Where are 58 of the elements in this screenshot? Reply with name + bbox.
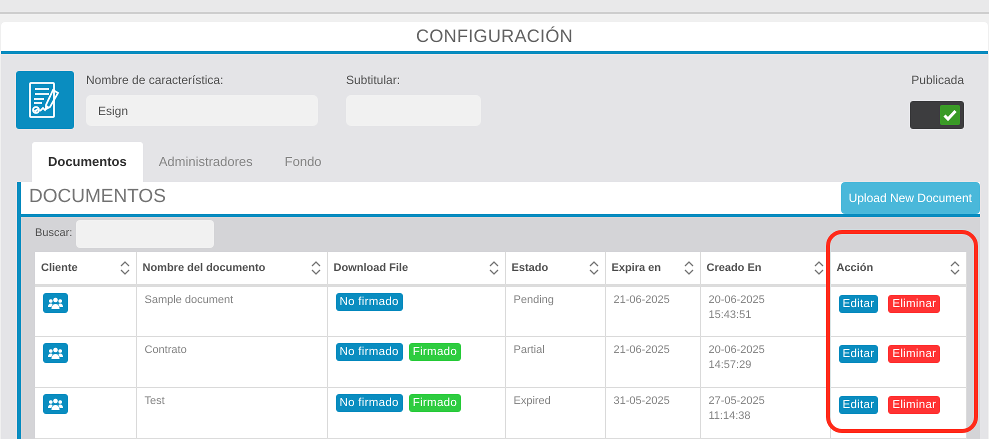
edit-button[interactable]: Editar — [838, 295, 878, 314]
table-cell: Pending — [505, 286, 605, 336]
table-cell: 21-06-2025 — [605, 336, 700, 388]
column-header[interactable]: Download File — [334, 260, 408, 276]
people-icon — [48, 347, 63, 359]
published-toggle[interactable] — [910, 101, 964, 129]
column-header[interactable]: Nombre del documento — [142, 260, 266, 276]
sort-icon[interactable] — [310, 260, 320, 276]
clients-button[interactable] — [43, 343, 68, 363]
table-cell: Partial — [505, 336, 605, 388]
sort-icon[interactable] — [950, 260, 960, 276]
people-icon — [48, 398, 63, 410]
tab[interactable]: Administradores — [142, 142, 269, 182]
upload-button[interactable]: Upload New Document — [840, 182, 980, 214]
sort-icon[interactable] — [684, 260, 694, 276]
table-cell: Test — [136, 388, 327, 438]
unsigned-file-button[interactable]: No firmado — [336, 394, 403, 412]
table-cell: Contrato — [136, 336, 327, 388]
sort-icon[interactable] — [120, 260, 130, 276]
unsigned-file-button[interactable]: No firmado — [336, 293, 403, 312]
column-header[interactable]: Cliente — [41, 260, 78, 276]
document-signature-icon — [16, 71, 74, 129]
unsigned-file-button[interactable]: No firmado — [336, 343, 403, 362]
edit-button[interactable]: Editar — [838, 396, 878, 414]
check-icon — [940, 105, 960, 125]
published-label: Publicada — [911, 72, 964, 89]
clients-button[interactable] — [43, 394, 68, 414]
tab[interactable]: Fondo — [268, 142, 338, 182]
sort-icon[interactable] — [814, 260, 824, 276]
tab[interactable]: Documentos — [32, 142, 143, 182]
table-cell: 27-05-2025 11:14:38 — [700, 388, 830, 438]
column-header[interactable]: Estado — [512, 260, 548, 276]
name-field[interactable]: Esign — [86, 95, 318, 126]
search-field[interactable] — [76, 220, 214, 248]
column-header[interactable]: Creado En — [706, 260, 762, 276]
field-label: Nombre de característica: — [86, 72, 224, 89]
page-title: CONFIGURACIÓN — [416, 25, 573, 48]
table-cell: Sample document — [136, 286, 327, 336]
field-label: Subtitular: — [346, 72, 402, 89]
people-icon — [48, 297, 63, 309]
column-header[interactable]: Acción — [836, 260, 874, 276]
clients-button[interactable] — [43, 293, 68, 313]
table-cell: 20-06-2025 15:43:51 — [700, 286, 830, 336]
table-cell: 20-06-2025 14:57:29 — [700, 336, 830, 388]
delete-button[interactable]: Eliminar — [888, 345, 940, 364]
table-cell: Expired — [505, 388, 605, 438]
section-title: DOCUMENTOS — [29, 185, 166, 210]
sort-icon[interactable] — [488, 260, 498, 276]
sort-icon[interactable] — [588, 260, 598, 276]
delete-button[interactable]: Eliminar — [888, 396, 940, 414]
column-header[interactable]: Expira en — [612, 260, 662, 276]
signed-file-button[interactable]: Firmado — [408, 394, 462, 412]
signed-file-button[interactable]: Firmado — [408, 343, 462, 362]
search-label: Buscar: — [35, 226, 72, 242]
delete-button[interactable]: Eliminar — [888, 295, 940, 314]
table-cell: 21-06-2025 — [605, 286, 700, 336]
table-cell: 31-05-2025 — [605, 388, 700, 438]
edit-button[interactable]: Editar — [838, 345, 878, 364]
